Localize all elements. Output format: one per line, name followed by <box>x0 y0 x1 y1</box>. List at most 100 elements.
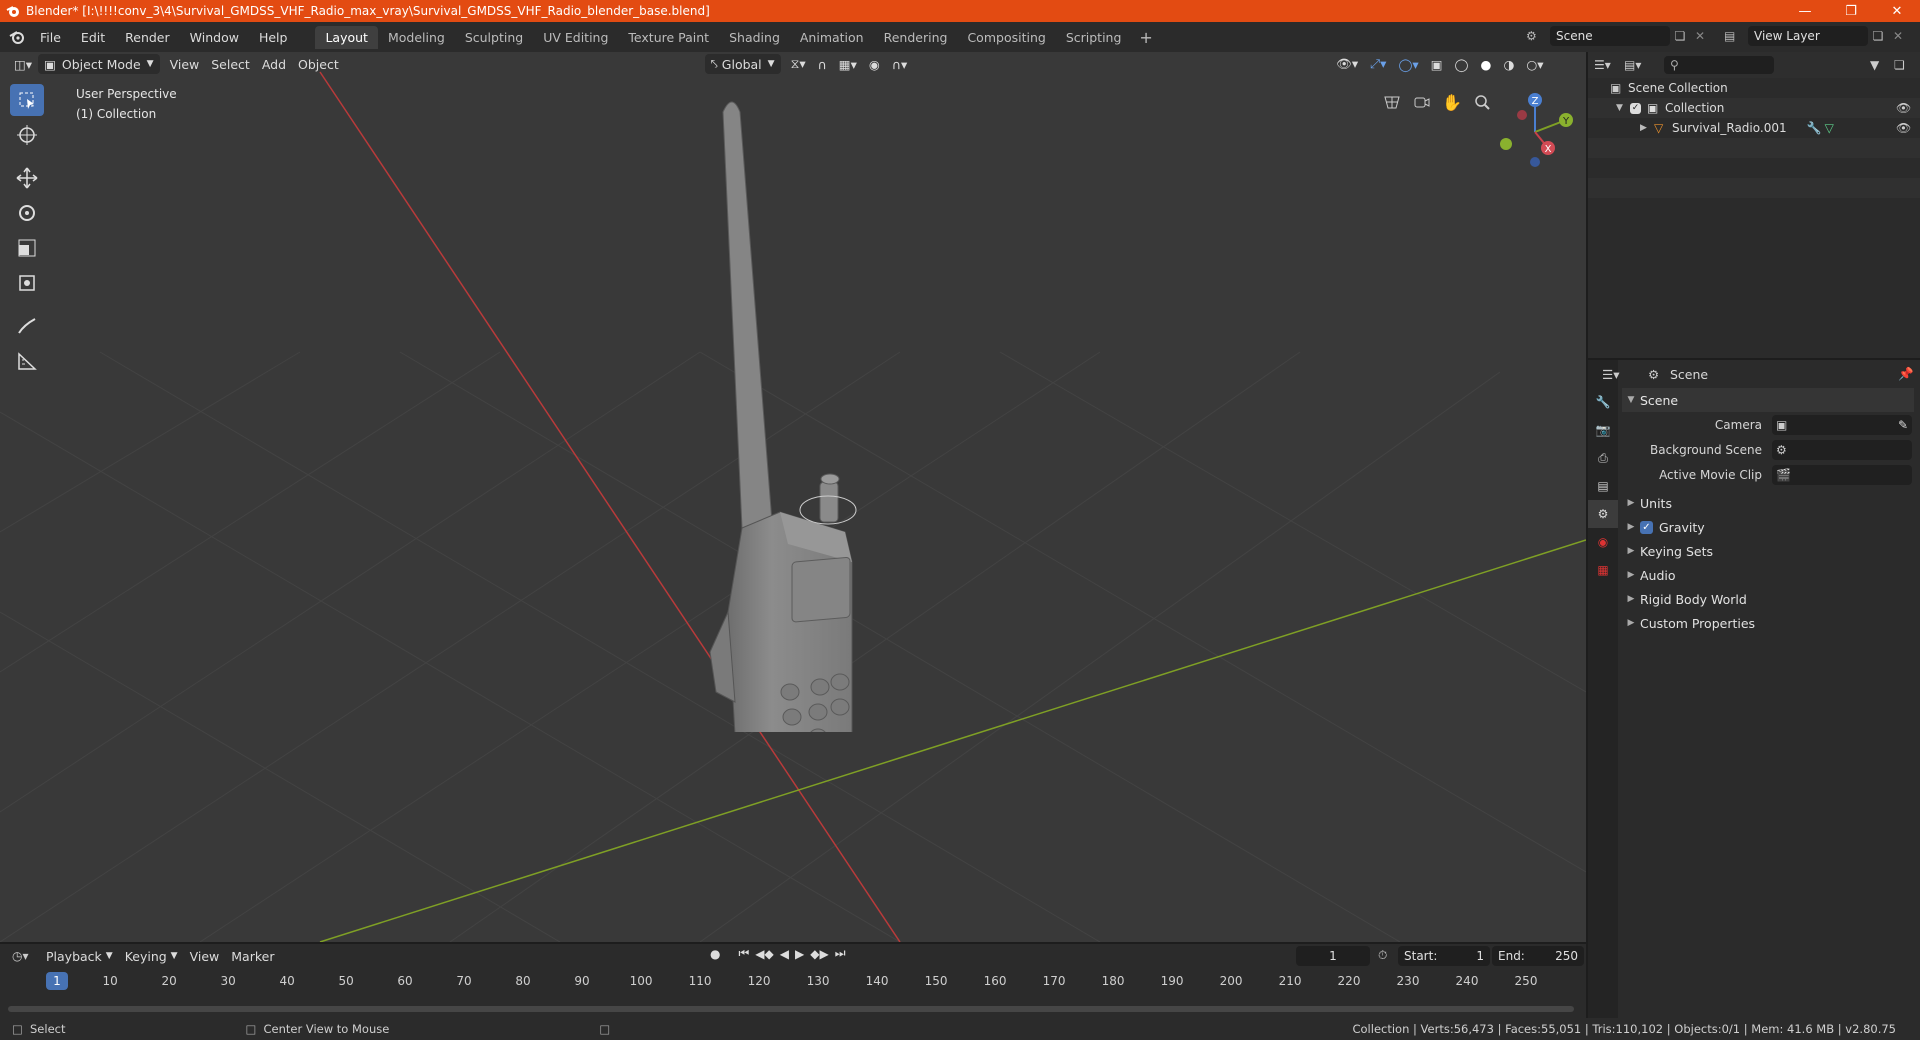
menu-render[interactable]: Render <box>115 30 180 45</box>
scene-tab-icon[interactable]: ⚙ <box>1588 500 1618 528</box>
outliner-row-collection[interactable]: ▼ ✓ ▣ Collection 👁 <box>1588 98 1920 118</box>
eye-icon[interactable]: 👁 <box>1896 101 1920 115</box>
current-frame-field[interactable]: 1 <box>1296 946 1370 966</box>
tab-animation[interactable]: Animation <box>790 26 874 49</box>
audio-subpanel[interactable]: ▶ Audio <box>1622 563 1920 587</box>
annotate-tool-icon[interactable] <box>10 310 44 342</box>
menu-edit[interactable]: Edit <box>71 30 115 45</box>
menu-file[interactable]: File <box>30 30 71 45</box>
world-tab-icon[interactable]: ◉ <box>1588 528 1618 556</box>
xray-icon[interactable]: ▣ <box>1425 54 1449 74</box>
mesh-data-icon[interactable]: ▽ <box>1825 121 1843 135</box>
filter-icon[interactable]: ▼ <box>1870 58 1894 72</box>
tool-tab-icon[interactable]: 🔧 <box>1588 388 1618 416</box>
move-tool-icon[interactable] <box>10 162 44 194</box>
play-reverse-icon[interactable]: ◀ <box>780 947 789 961</box>
transform-tool-icon[interactable] <box>10 267 44 299</box>
toggle-perspective-icon[interactable] <box>1378 88 1406 116</box>
editor-type-icon[interactable]: ☰▾ <box>1602 367 1634 382</box>
rotate-tool-icon[interactable] <box>10 197 44 229</box>
new-view-layer-icon[interactable]: ❏ <box>1868 29 1888 43</box>
new-collection-icon[interactable]: ❏ <box>1894 58 1914 72</box>
menu-window[interactable]: Window <box>180 30 249 45</box>
snap-icon[interactable]: ∩ <box>812 54 833 74</box>
custom-properties-subpanel[interactable]: ▶ Custom Properties <box>1622 611 1920 635</box>
frame-ruler[interactable]: 1 10 20 30 40 50 60 70 80 90 100 110 120 130 140 150 160… <box>0 972 1586 994</box>
new-scene-icon[interactable]: ❏ <box>1670 29 1690 43</box>
collection-checkbox[interactable]: ✓ <box>1630 102 1641 114</box>
tab-compositing[interactable]: Compositing <box>957 26 1055 49</box>
prev-keyframe-icon[interactable]: ◀◆ <box>755 947 773 961</box>
disclosure-triangle-icon[interactable]: ▶ <box>1640 123 1654 133</box>
view-layer-icon[interactable]: ▤ <box>1724 29 1748 43</box>
stopwatch-icon[interactable]: ⏱ <box>1378 948 1387 963</box>
tab-rendering[interactable]: Rendering <box>874 26 958 49</box>
next-keyframe-icon[interactable]: ◆▶ <box>810 947 828 961</box>
add-workspace-icon[interactable]: + <box>1131 28 1160 47</box>
pivot-point-icon[interactable]: ⧖▾ <box>785 54 812 74</box>
editor-type-icon[interactable]: ☰▾ <box>1594 58 1624 72</box>
tab-shading[interactable]: Shading <box>719 26 790 49</box>
gravity-subpanel[interactable]: ▶ ✓ Gravity <box>1622 515 1920 539</box>
rigid-body-world-subpanel[interactable]: ▶ Rigid Body World <box>1622 587 1920 611</box>
texture-tab-icon[interactable]: ▦ <box>1588 556 1618 584</box>
rendered-shading-icon[interactable]: ○▾ <box>1520 54 1549 74</box>
menu-select[interactable]: Select <box>205 54 256 74</box>
menu-playback[interactable]: Playback ▼ <box>40 946 119 966</box>
tab-sculpting[interactable]: Sculpting <box>455 26 533 49</box>
tab-scripting[interactable]: Scripting <box>1056 26 1132 49</box>
remove-view-layer-icon[interactable]: ✕ <box>1888 29 1908 43</box>
scale-tool-icon[interactable] <box>10 232 44 264</box>
select-box-tool-icon[interactable] <box>10 84 44 116</box>
background-scene-field[interactable]: ⚙ <box>1772 439 1912 460</box>
jump-end-icon[interactable]: ⏭ <box>835 946 846 961</box>
menu-help[interactable]: Help <box>249 30 298 45</box>
tab-modeling[interactable]: Modeling <box>378 26 455 49</box>
outliner-row-object[interactable]: ▶ ▽ Survival_Radio.001 🔧 ▽ 👁 <box>1588 118 1920 138</box>
3d-viewport[interactable]: ◫▾ ▣ Object Mode ▼ View Select Add Objec… <box>0 52 1586 942</box>
end-frame-field[interactable]: End: 250 <box>1492 946 1584 966</box>
overlay-toggle-icon[interactable]: ◯▾ <box>1392 54 1424 74</box>
scene-icon[interactable]: ⚙ <box>1526 29 1550 43</box>
view-layer-selector[interactable]: View Layer <box>1748 26 1868 46</box>
close-icon[interactable]: ✕ <box>1874 0 1920 22</box>
blender-menu-icon[interactable] <box>4 29 30 45</box>
cursor-tool-icon[interactable] <box>10 119 44 151</box>
editor-type-icon[interactable]: ◷▾ <box>0 949 40 963</box>
camera-view-icon[interactable] <box>1408 88 1436 116</box>
eye-icon[interactable]: 👁 <box>1896 121 1920 135</box>
scene-panel-header[interactable]: ▼ Scene <box>1622 388 1914 412</box>
outliner-search-input[interactable]: ⚲ <box>1664 56 1774 74</box>
transform-orientation-selector[interactable]: ⤣ Global ▼ <box>704 54 781 74</box>
pin-icon[interactable]: 📌 <box>1898 366 1920 382</box>
editor-type-icon[interactable]: ◫▾ <box>8 54 38 74</box>
falloff-icon[interactable]: ∩▾ <box>886 54 913 74</box>
modifier-wrench-icon[interactable]: 🔧 <box>1807 121 1825 135</box>
tab-layout[interactable]: Layout <box>315 25 378 49</box>
menu-object[interactable]: Object <box>292 54 345 74</box>
render-tab-icon[interactable]: 📷 <box>1588 416 1618 444</box>
menu-timeline-view[interactable]: View <box>184 946 226 966</box>
units-subpanel[interactable]: ▶ Units <box>1622 491 1920 515</box>
start-frame-field[interactable]: Start: 1 <box>1398 946 1490 966</box>
gizmo-toggle-icon[interactable]: ⤢▾ <box>1364 54 1392 74</box>
minimize-icon[interactable]: — <box>1782 0 1828 22</box>
timeline-scrollbar[interactable] <box>8 1006 1574 1012</box>
record-icon[interactable]: ● <box>710 947 720 961</box>
material-shading-icon[interactable]: ◑ <box>1497 54 1520 74</box>
menu-marker[interactable]: Marker <box>225 946 280 966</box>
visibility-icon[interactable]: 👁▾ <box>1330 54 1364 74</box>
remove-scene-icon[interactable]: ✕ <box>1690 29 1710 43</box>
play-icon[interactable]: ▶ <box>795 947 804 961</box>
jump-start-icon[interactable]: ⏮ <box>738 946 749 961</box>
axis-gizmo[interactable]: Z Y X <box>1490 86 1580 176</box>
maximize-icon[interactable]: ❐ <box>1828 0 1874 22</box>
display-mode-icon[interactable]: ▤▾ <box>1624 58 1664 72</box>
tab-texture-paint[interactable]: Texture Paint <box>618 26 719 49</box>
eyedropper-icon[interactable]: ✎ <box>1898 418 1908 432</box>
menu-keying[interactable]: Keying ▼ <box>119 946 184 966</box>
keying-sets-subpanel[interactable]: ▶ Keying Sets <box>1622 539 1920 563</box>
mode-selector[interactable]: ▣ Object Mode ▼ <box>38 54 160 74</box>
outliner-row-scene-collection[interactable]: ▣ Scene Collection <box>1588 78 1920 98</box>
wireframe-shading-icon[interactable]: ◯ <box>1449 54 1475 74</box>
